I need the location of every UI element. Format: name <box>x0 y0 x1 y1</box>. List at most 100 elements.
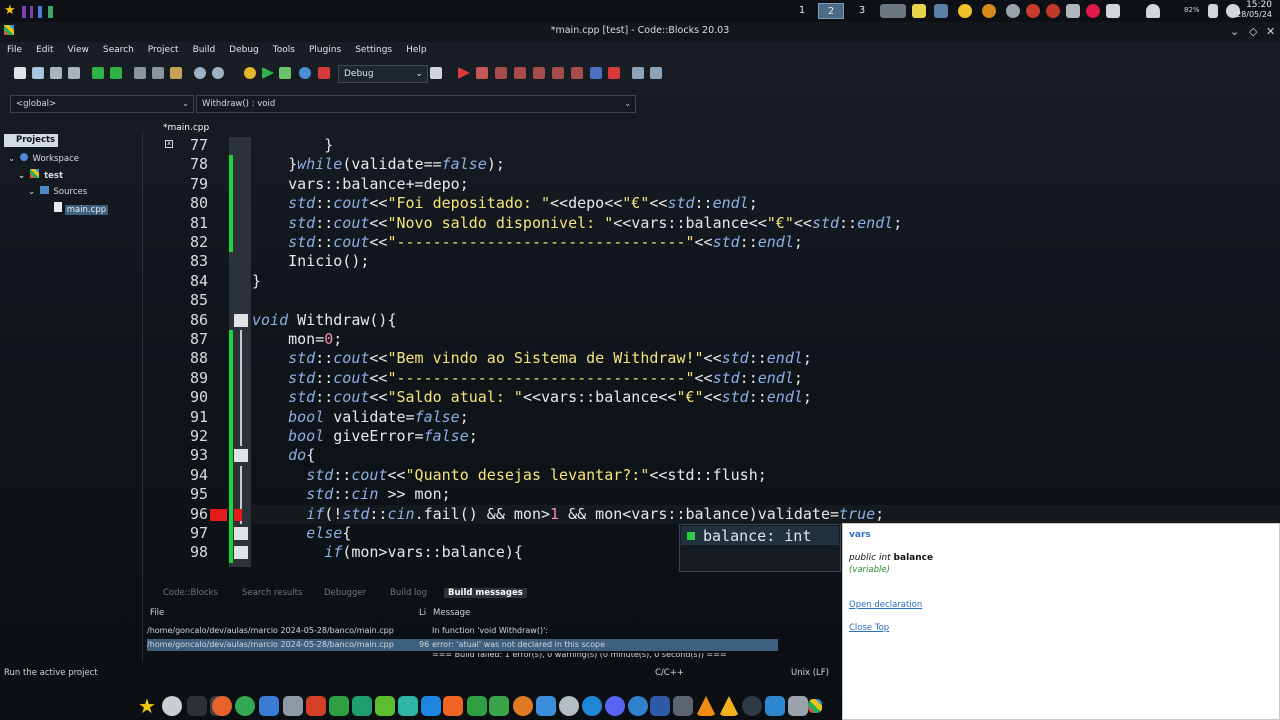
settings-icon[interactable] <box>1046 4 1060 18</box>
editor-icon[interactable] <box>421 696 441 716</box>
blender-icon[interactable] <box>513 696 533 716</box>
expand-arrow-icon[interactable]: ⌄ <box>18 171 25 181</box>
fold-marker-icon[interactable] <box>234 449 248 463</box>
code-line[interactable]: 91 bool validate=false; <box>150 407 1280 427</box>
close-icon[interactable]: ✕ <box>1266 25 1275 38</box>
menu-file[interactable]: File <box>7 42 22 58</box>
workspace-2[interactable]: 2 <box>818 3 844 19</box>
code-line[interactable]: 92 bool giveError=false; <box>150 427 1280 447</box>
log-row[interactable]: === Build failed: 1 error(s), 0 warning(… <box>147 653 778 661</box>
vscode-icon[interactable] <box>765 696 785 716</box>
app-icon-2[interactable] <box>673 696 693 716</box>
workspace-3[interactable]: 3 <box>849 3 875 19</box>
tab-codeblocks-log[interactable]: Code::Blocks <box>163 588 218 598</box>
col-line-header[interactable]: Li <box>419 608 426 618</box>
code-line[interactable]: 94 std::cout<<"Quanto desejas levantar?:… <box>150 465 1280 486</box>
store-icon[interactable] <box>259 696 279 716</box>
code-line[interactable]: 95 std::cin >> mon; <box>150 485 1280 505</box>
close-top-link[interactable]: Close Top <box>849 623 889 633</box>
menu-build[interactable]: Build <box>193 42 216 58</box>
shield-icon[interactable] <box>489 696 509 716</box>
target-options-icon[interactable] <box>430 67 442 79</box>
tree-project[interactable]: ⌄ test <box>18 169 63 181</box>
line-number[interactable]: 96 <box>150 505 208 524</box>
replace-icon[interactable] <box>212 67 224 79</box>
menu-settings[interactable]: Settings <box>355 42 392 58</box>
line-number[interactable]: 89 <box>150 369 208 388</box>
menu-edit[interactable]: Edit <box>36 42 53 58</box>
build-gear-icon[interactable] <box>244 67 256 79</box>
log-row[interactable]: /home/goncalo/dev/aulas/marcio 2024-05-2… <box>147 625 778 637</box>
save-all-icon[interactable] <box>68 67 80 79</box>
messenger-icon[interactable] <box>628 696 648 716</box>
step-out-icon[interactable] <box>533 67 545 79</box>
step-into-instruction-icon[interactable] <box>571 67 583 79</box>
tab-main-cpp[interactable]: *main.cpp x <box>150 121 222 148</box>
code-line[interactable]: 83 Inicio(); <box>150 252 1280 271</box>
fold-marker-icon[interactable] <box>234 546 248 560</box>
line-number[interactable]: 93 <box>150 446 208 465</box>
volume-icon[interactable] <box>1106 4 1120 18</box>
cube-icon[interactable] <box>536 696 556 716</box>
code-line[interactable]: 89 std::cout<<"-------------------------… <box>150 368 1280 389</box>
paste-icon[interactable] <box>170 67 182 79</box>
menu-plugins[interactable]: Plugins <box>309 42 341 58</box>
copy-icon[interactable] <box>152 67 164 79</box>
col-message-header[interactable]: Message <box>433 608 470 618</box>
tab-debugger[interactable]: Debugger <box>324 588 366 598</box>
code-line[interactable]: 93 do{ <box>150 446 1280 466</box>
clipboard-icon[interactable] <box>1066 4 1080 18</box>
log-row[interactable]: /home/goncalo/dev/aulas/marcio 2024-05-2… <box>147 639 778 651</box>
menu-search[interactable]: Search <box>103 42 134 58</box>
code-line[interactable]: 77 } <box>150 137 1280 155</box>
tab-build-messages[interactable]: Build messages <box>444 588 527 598</box>
circle-app-icon[interactable] <box>982 4 996 18</box>
line-number[interactable]: 95 <box>150 485 208 504</box>
line-number[interactable]: 94 <box>150 466 208 485</box>
tree-file[interactable]: main.cpp <box>54 202 109 215</box>
find-icon[interactable] <box>194 67 206 79</box>
discord-icon[interactable] <box>605 696 625 716</box>
fold-marker-icon[interactable] <box>234 527 248 540</box>
line-number[interactable]: 88 <box>150 349 208 368</box>
code-line[interactable]: 79 vars::balance+=depo; <box>150 174 1280 195</box>
clock[interactable]: 15:20 28/05/24 <box>1236 1 1272 20</box>
workspace-1[interactable]: 1 <box>789 3 815 19</box>
menu-debug[interactable]: Debug <box>229 42 259 58</box>
minimize-icon[interactable]: ⌄ <box>1230 25 1239 38</box>
menu-view[interactable]: View <box>68 42 89 58</box>
line-number[interactable]: 83 <box>150 252 208 271</box>
function-select[interactable]: Withdraw() : void ⌄ <box>196 95 636 113</box>
line-number[interactable]: 79 <box>150 175 208 194</box>
tab-build-log[interactable]: Build log <box>390 588 427 598</box>
code-line[interactable]: 86 void Withdraw(){ <box>150 311 1280 330</box>
notes-icon[interactable] <box>912 4 926 18</box>
app-icon-1[interactable] <box>283 696 303 716</box>
line-number[interactable]: 98 <box>150 543 208 562</box>
orange-app-icon[interactable] <box>443 696 463 716</box>
skype-icon[interactable] <box>582 696 602 716</box>
codeblocks-icon[interactable] <box>808 699 822 713</box>
code-line[interactable]: 90 std::cout<<"Saldo atual: "<<vars::bal… <box>150 388 1280 408</box>
gear-icon[interactable] <box>1006 4 1020 18</box>
pause-icon[interactable] <box>590 67 602 79</box>
shortcut-icon[interactable] <box>559 696 579 716</box>
stop-debug-icon[interactable] <box>608 67 620 79</box>
office-icon[interactable] <box>306 696 326 716</box>
star-icon[interactable]: ★ <box>4 3 16 18</box>
game-icon[interactable] <box>375 696 395 716</box>
line-number[interactable]: 86 <box>150 311 208 330</box>
open-declaration-link[interactable]: Open declaration <box>849 600 922 610</box>
code-line[interactable]: 85 <box>150 291 1280 310</box>
line-number[interactable]: 90 <box>150 388 208 407</box>
line-number[interactable]: 87 <box>150 330 208 349</box>
chart-icon[interactable] <box>934 4 948 18</box>
run-to-cursor-icon[interactable] <box>476 67 488 79</box>
code-line[interactable]: 78 }while(validate==false); <box>150 155 1280 175</box>
autocomplete-item[interactable]: balance: int <box>681 526 839 545</box>
line-number[interactable]: 97 <box>150 524 208 543</box>
firefox-icon[interactable] <box>212 696 232 716</box>
line-number[interactable]: 84 <box>150 272 208 291</box>
open-file-icon[interactable] <box>32 67 44 79</box>
line-number[interactable]: 77 <box>150 137 208 155</box>
